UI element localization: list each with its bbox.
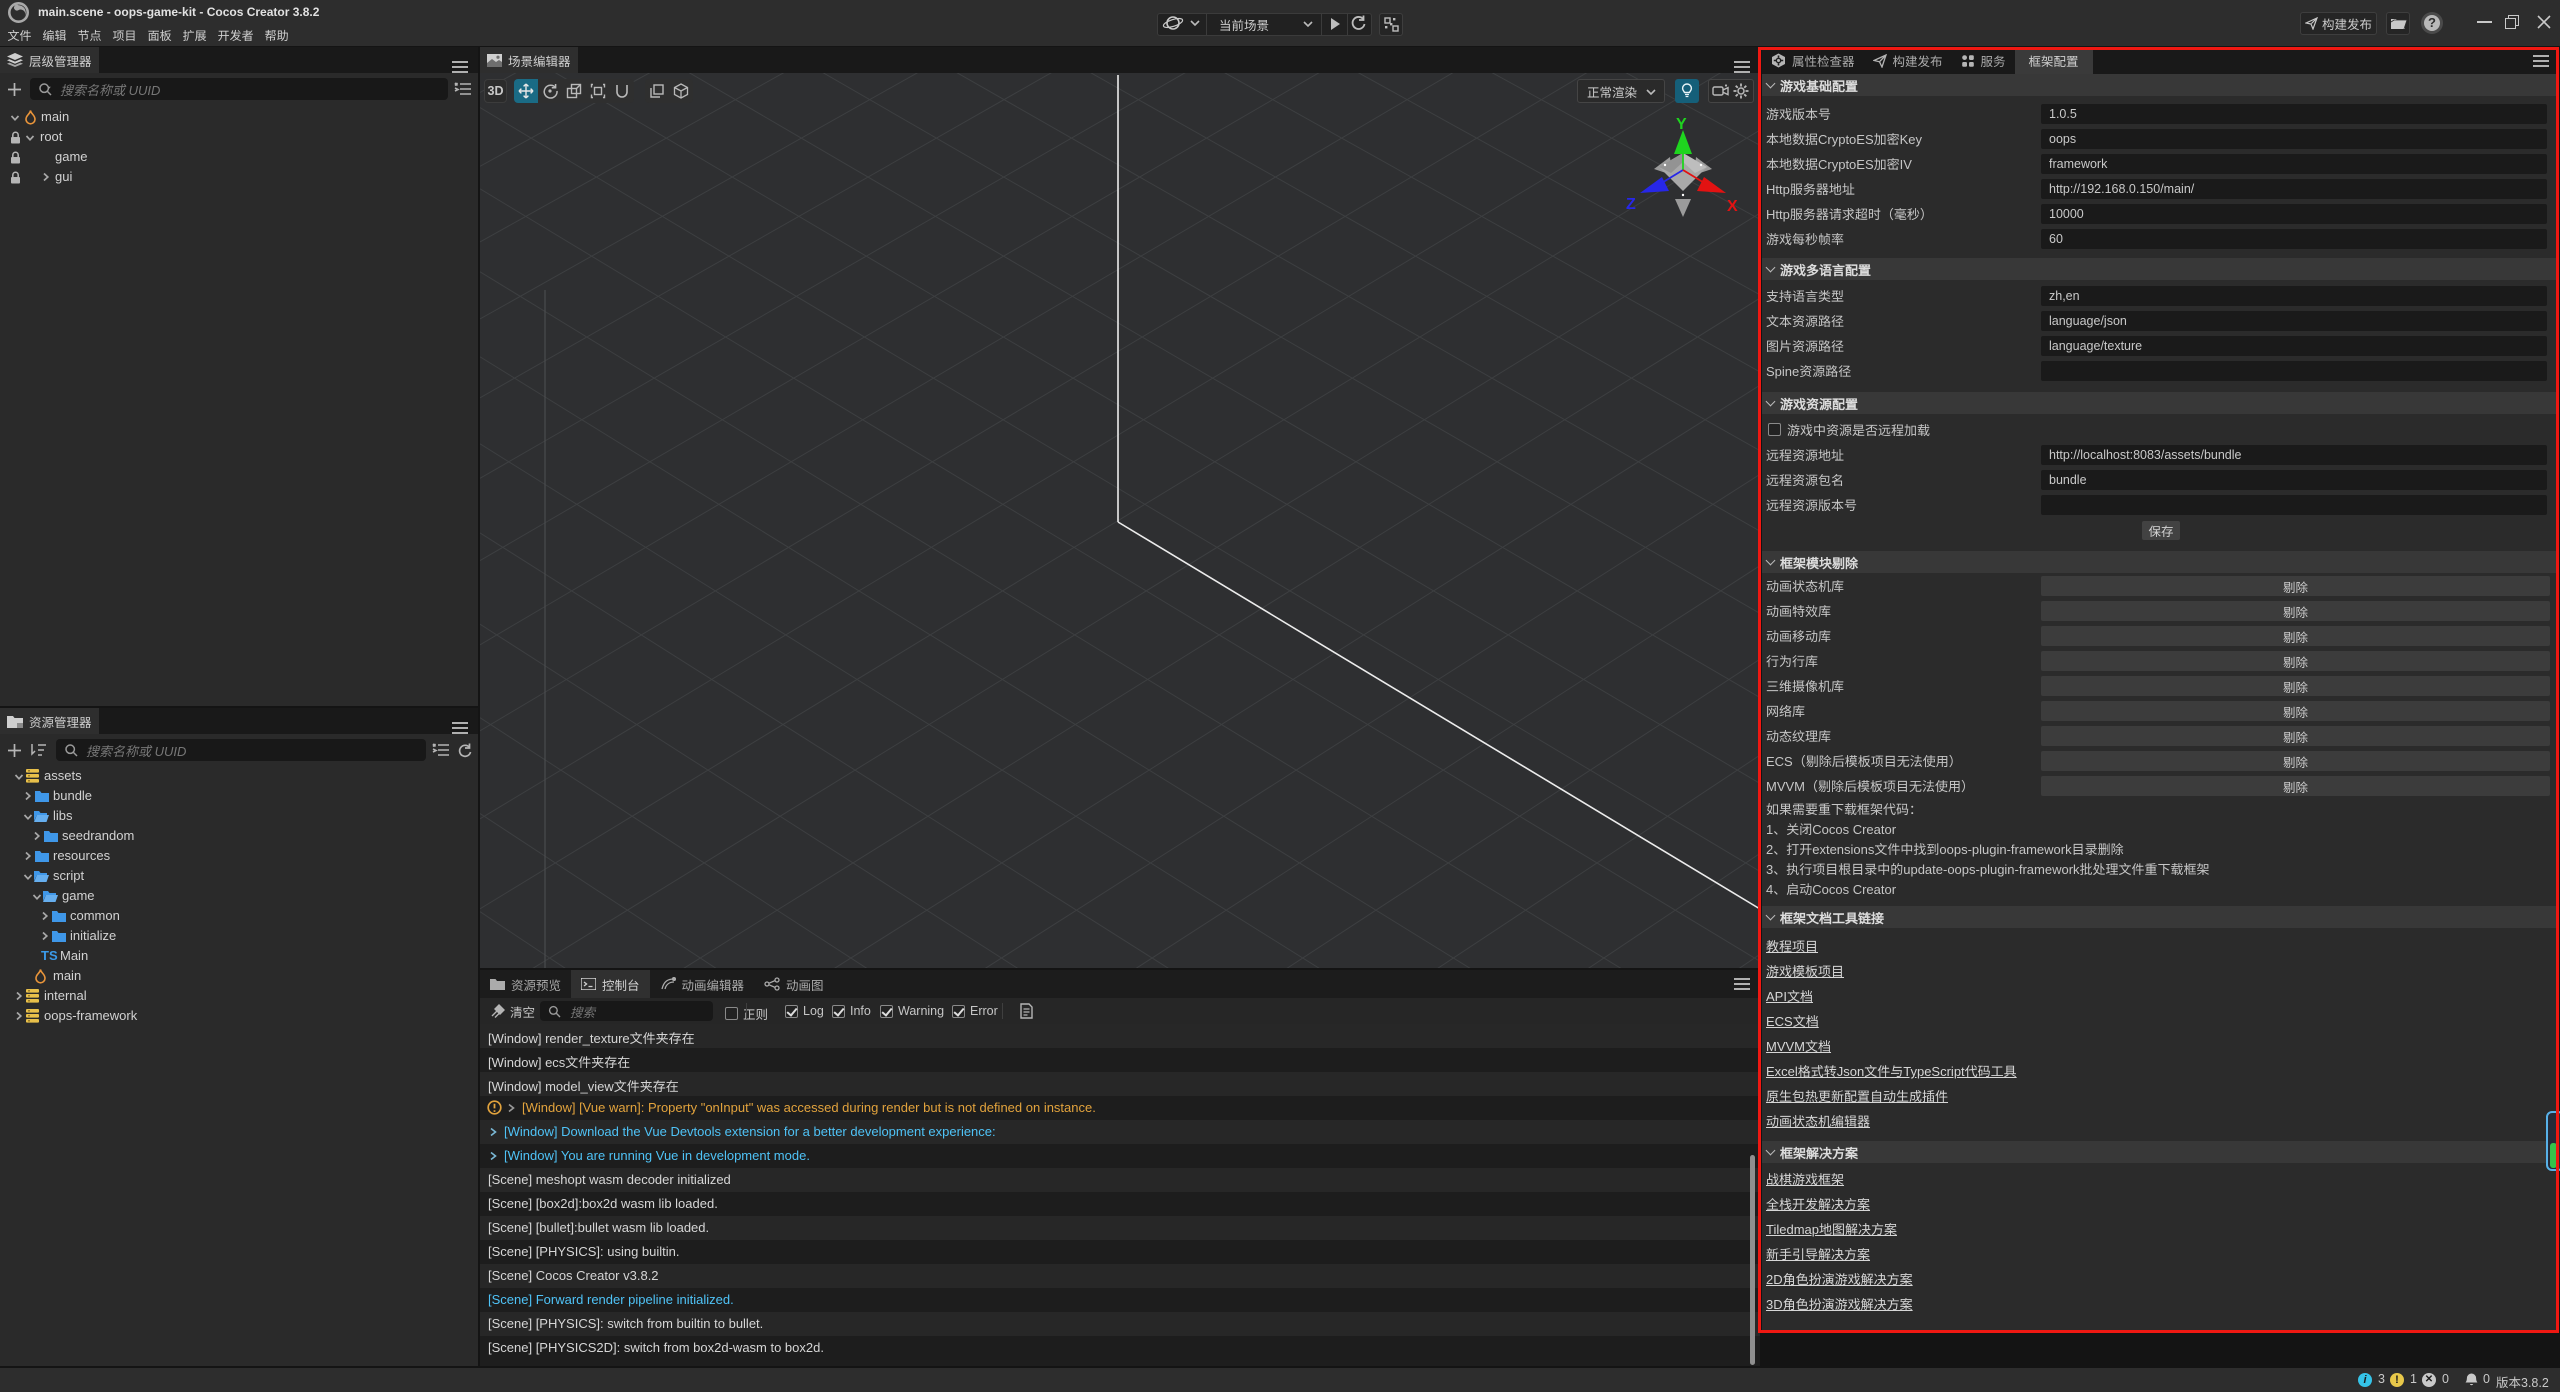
svg-text:X: X bbox=[1727, 198, 1738, 215]
svg-text:Y: Y bbox=[1676, 117, 1687, 133]
svg-text:Z: Z bbox=[1626, 196, 1636, 213]
